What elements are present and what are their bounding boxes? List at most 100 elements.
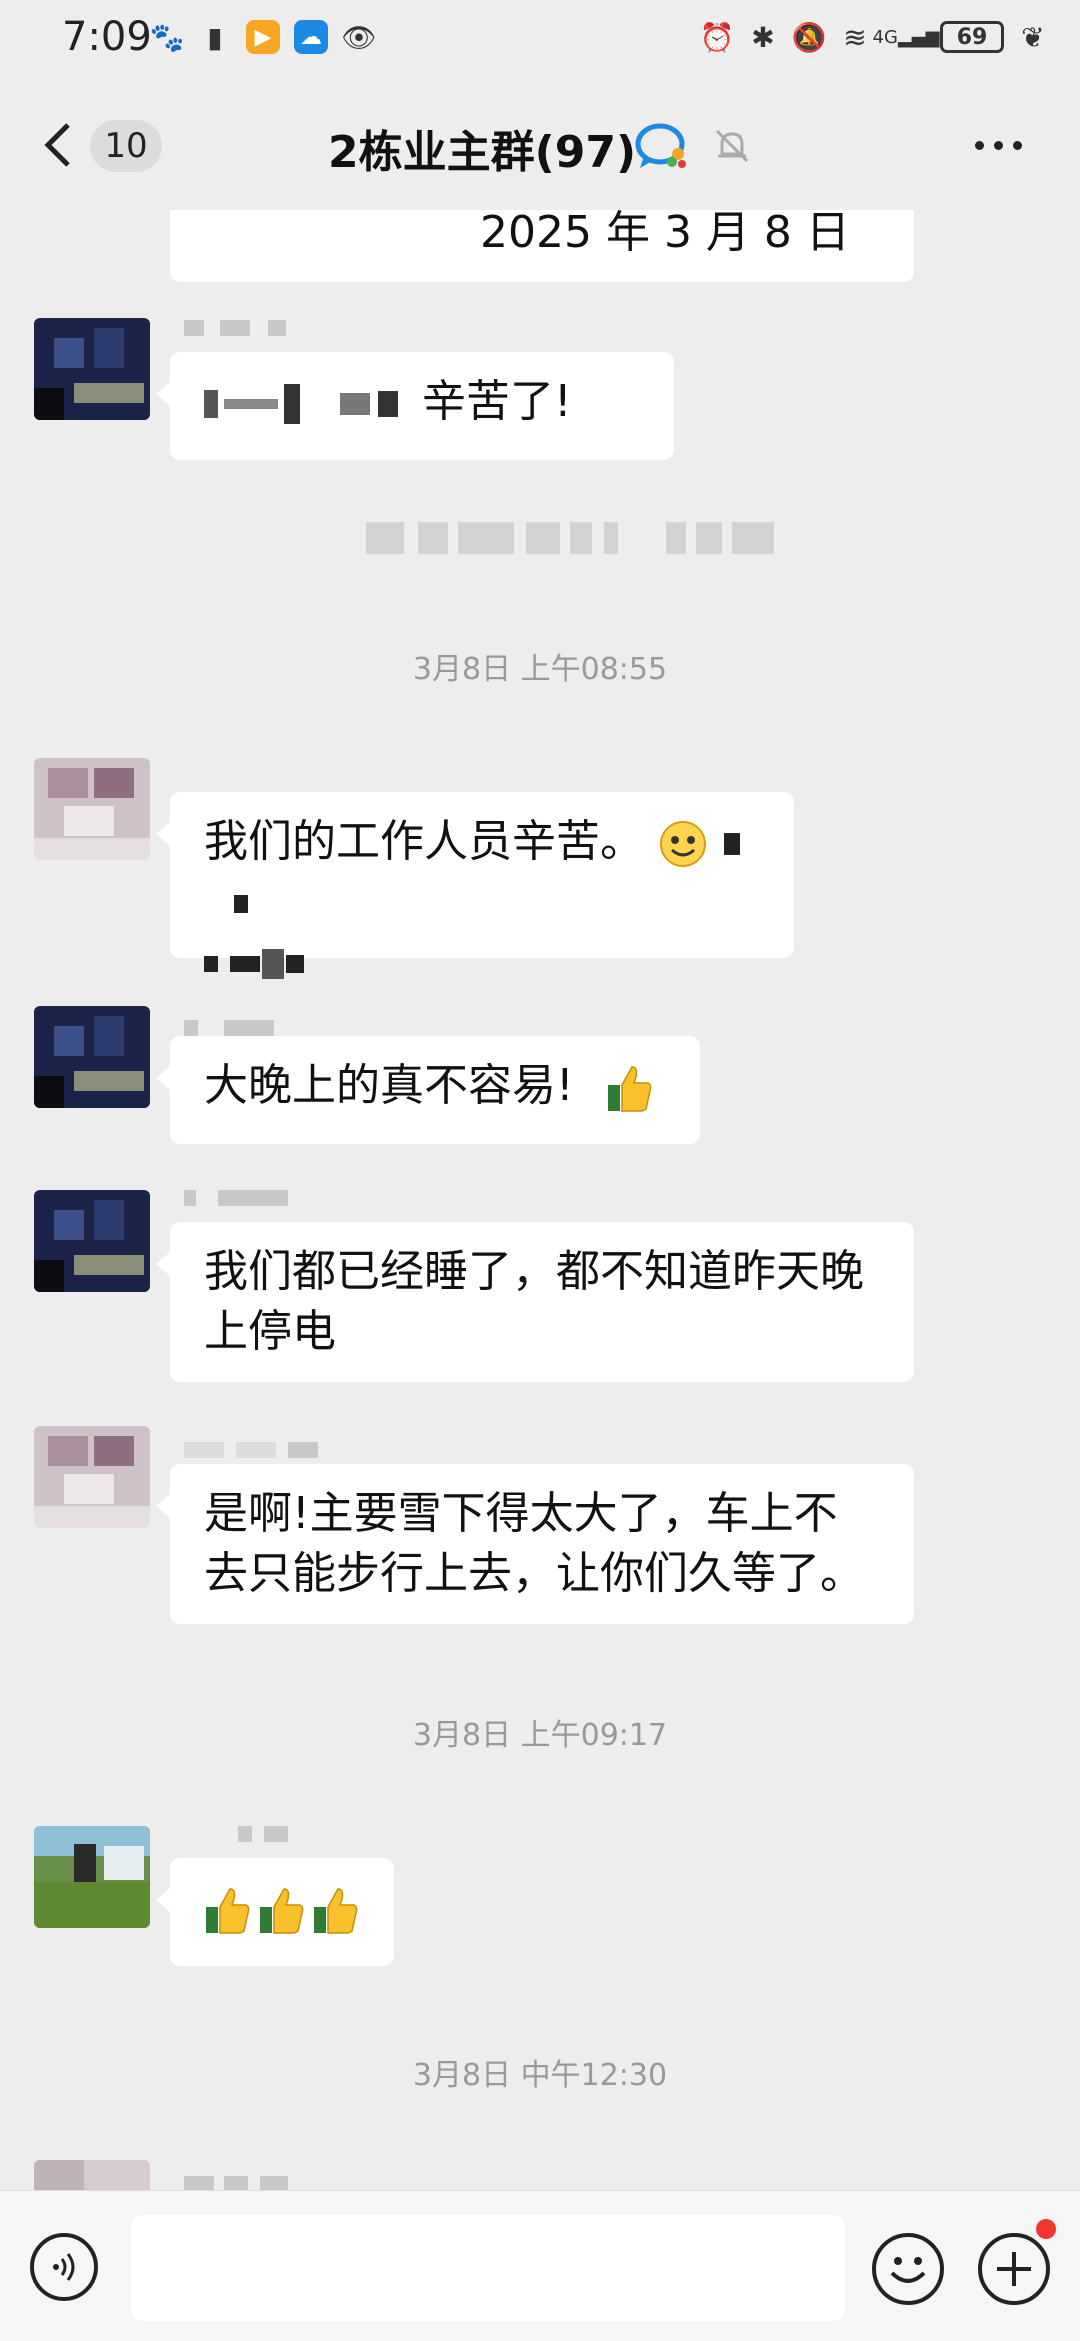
message-bubble-partial[interactable]: 2025 年 3 月 8 日 [170,210,914,282]
plus-icon [997,2252,1031,2286]
timestamp: 3月8日 中午12:30 [412,2058,668,2093]
chevron-left-icon [44,123,70,167]
redact-block [184,320,204,336]
thumbs-up-icon [607,1066,652,1112]
avatar-pixel [74,1255,144,1275]
blurred-notice [366,522,776,554]
avatar-pixel [94,1200,124,1240]
more-functions-button[interactable] [978,2233,1050,2305]
more-dot [994,140,1003,150]
chat-header: 10 2栋业主群(97) [0,90,1080,200]
back-button[interactable] [40,120,90,170]
message-bubble[interactable]: 辛苦了! [156,352,674,460]
battery-level: 69 [956,24,988,50]
blur-block [526,522,560,554]
avatar-pixel [54,1026,84,1056]
message-bubble[interactable]: 是啊!主要雪下得太大了，车上不去只能步行上去，让你们久等了。 [156,1464,914,1624]
wecom-chat-icon [635,123,686,168]
avatar-pixel [34,1506,150,1528]
redact-block [260,2176,288,2190]
redact-block [184,2176,214,2190]
eye-icon: 👁 [341,20,377,54]
weather-app-icon: ☁ [294,20,328,54]
sender-name-redacted [184,1826,304,1848]
more-dots-icon [975,140,984,150]
unread-count-badge[interactable]: 10 [90,120,162,172]
redacted-text [286,955,304,973]
avatar-pixel [34,388,64,420]
avatar[interactable] [34,1426,150,1528]
status-time: 7:09 [62,14,152,60]
blur-block [458,522,514,554]
baidu-icon: 🐾 [149,20,185,54]
status-notification-icons: 🐾 ▮ ▶ ☁ 👁 [149,20,377,54]
more-dot [1013,140,1022,150]
message-input[interactable] [132,2215,844,2321]
blur-block [570,522,592,554]
smile-emoji-icon [660,821,706,867]
redacted-text [204,956,218,972]
more-options-button[interactable] [975,130,1035,160]
avatar-pixel [94,1436,134,1466]
blur-block [366,522,404,554]
redact-block [236,1442,276,1458]
avatar-pixel [94,328,124,368]
redacted-text [230,956,260,972]
redacted-text [234,895,248,913]
avatar[interactable] [34,318,150,420]
input-bar [0,2190,1080,2341]
emoji-button[interactable] [872,2233,944,2305]
blur-block [696,522,722,554]
message-text: 大晚上的真不容易! [204,1060,574,1111]
redact-block [184,1190,196,1206]
avatar[interactable] [34,758,150,860]
avatar-pixel [64,806,114,836]
alarm-icon: ⏰ [699,20,735,54]
avatar[interactable] [34,2160,150,2190]
message-bubble[interactable]: 我们的工作人员辛苦。 [156,792,794,979]
redacted-text [724,833,740,855]
avatar-pixel [34,838,150,860]
wifi-icon: ≋ [843,20,867,54]
message-text: 我们的工作人员辛苦。 [204,816,644,867]
redact-block [220,320,250,336]
thumbs-up-icon [206,1888,250,1934]
redacted-text [224,399,278,409]
chat-message-list[interactable]: 2025 年 3 月 8 日 辛苦了! 3月8日 上午08:55 我们的工作人员… [0,210,1080,2190]
message-text: 我们都已经睡了，都不知道昨天晚上停电 [204,1246,864,1357]
message-text: 2025 年 3 月 8 日 [480,210,850,258]
avatar[interactable] [34,1190,150,1292]
voice-button[interactable] [30,2233,98,2301]
avatar-pixel [54,1210,84,1240]
redacted-text [340,393,370,415]
mute-icon: 🔕 [791,20,827,54]
sender-name-redacted [184,1190,294,1212]
emoji-icon [890,2257,926,2283]
sender-name-redacted [184,320,294,342]
message-bubble[interactable]: 大晚上的真不容易! [156,1036,700,1144]
avatar[interactable] [34,1006,150,1108]
message-text: 辛苦了! [422,376,572,427]
status-bar: 7:09 🐾 ▮ ▶ ☁ 👁 ⏰ ✱ 🔕 ≋ 4G ▂▄▆ 69 ❦ [0,0,1080,80]
message-text: 是啊!主要雪下得太大了，车上不去只能步行上去，让你们久等了。 [204,1488,864,1599]
redact-block [264,1826,288,1842]
redacted-text [204,390,218,418]
message-bubble[interactable] [156,1858,394,1966]
notification-dot [1036,2219,1056,2239]
sim-icon: ▮ [207,20,223,54]
avatar-pixel [48,768,88,798]
avatar-pixel [94,768,134,798]
bluetooth-icon: ✱ [751,20,775,54]
chat-title[interactable]: 2栋业主群(97) [328,116,636,180]
status-system-icons: ⏰ ✱ 🔕 ≋ 4G ▂▄▆ 69 ❦ [700,20,1050,54]
timestamp: 3月8日 上午09:17 [412,1718,668,1753]
avatar[interactable] [34,1826,150,1928]
cell-signal-icon: 4G ▂▄▆ [872,26,940,48]
avatar-pixel [48,1436,88,1466]
avatar-pixel [94,1016,124,1056]
redact-block [218,1190,288,1206]
redact-block [288,1442,318,1458]
signal-label: 4G [872,26,898,48]
message-bubble[interactable]: 我们都已经睡了，都不知道昨天晚上停电 [156,1222,914,1382]
blur-block [732,522,774,554]
